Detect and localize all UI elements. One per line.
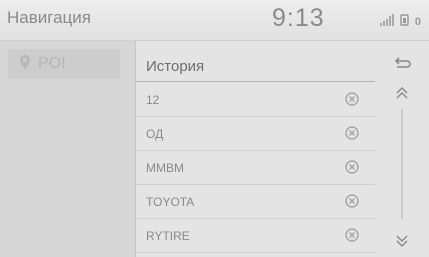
status-area: 0 [379,13,421,31]
delete-icon[interactable] [345,228,359,242]
list-item-label: 12 [146,93,160,107]
list-item[interactable]: TOYOTA [136,185,375,219]
delete-icon[interactable] [345,92,359,106]
history-panel: История 12 ОД ММВМ TOYOTA RYTIRE [136,41,429,257]
navigation-screen: Навигация 9:13 0 POI История 12 ОД ММВМ … [0,0,429,257]
list-item-label: TOYOTA [146,195,195,209]
list-item-label: ОД [146,127,164,141]
location-pin-icon [20,54,30,74]
sidebar-item-poi[interactable]: POI [8,49,120,79]
back-button[interactable] [381,51,423,81]
scroll-track[interactable] [401,109,403,219]
delete-icon[interactable] [345,126,359,140]
sidebar-item-label: POI [38,55,66,72]
scroll-down-icon[interactable] [394,233,410,254]
list-item[interactable]: RYTIRE [136,219,375,253]
top-bar: Навигация 9:13 0 [0,0,429,41]
list-item-label: RYTIRE [146,229,190,243]
list-item[interactable]: 12 [136,83,375,117]
sidebar: POI [0,41,136,257]
back-arrow-icon [393,56,411,76]
list-item[interactable]: ММВМ [136,151,375,185]
clock: 9:13 [272,4,325,32]
page-title: История [146,57,205,75]
delete-icon[interactable] [345,160,359,174]
phone-battery-icon [400,13,409,31]
app-title: Навигация [7,8,91,27]
delete-icon[interactable] [345,194,359,208]
list-item[interactable]: ОД [136,117,375,151]
notification-count-icon: 0 [414,16,421,28]
history-header: История [136,51,375,82]
scroll-up-icon[interactable] [394,85,410,106]
history-list: 12 ОД ММВМ TOYOTA RYTIRE [136,83,375,253]
scrollbar[interactable] [381,83,423,257]
signal-icon [379,13,394,31]
list-item-label: ММВМ [146,161,184,175]
